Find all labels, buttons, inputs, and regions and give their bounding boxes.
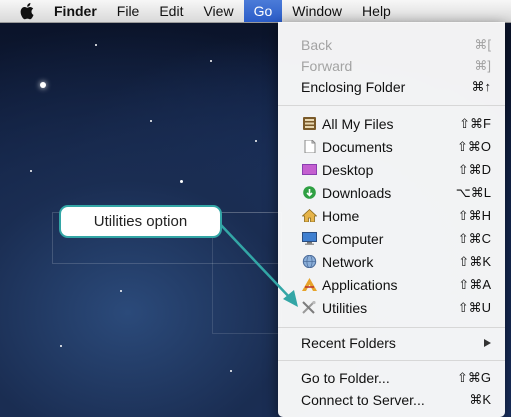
shortcut: ⇧⌘U bbox=[457, 299, 491, 315]
menu-bar: Finder File Edit View Go Window Help bbox=[0, 0, 511, 23]
callout-label: Utilities option bbox=[59, 205, 222, 238]
menu-item-label: Downloads bbox=[322, 184, 392, 201]
shortcut: ⌘↑ bbox=[471, 78, 492, 94]
menu-item-label: Documents bbox=[322, 138, 393, 155]
computer-icon bbox=[302, 232, 317, 245]
star bbox=[150, 120, 152, 122]
shortcut: ⇧⌘C bbox=[457, 230, 491, 246]
menu-item-connect-to-server[interactable]: Connect to Server... ⌘K bbox=[278, 388, 505, 411]
menu-item-label: Recent Folders bbox=[301, 334, 396, 351]
star bbox=[210, 60, 212, 62]
menu-go[interactable]: Go bbox=[243, 0, 283, 22]
menu-item-recent-folders[interactable]: Recent Folders bbox=[278, 331, 505, 354]
menu-edit[interactable]: Edit bbox=[149, 0, 193, 22]
star bbox=[40, 82, 46, 88]
menu-item-label: Utilities bbox=[322, 299, 368, 316]
menu-item-label: Enclosing Folder bbox=[301, 78, 406, 95]
menu-help[interactable]: Help bbox=[352, 0, 401, 22]
shortcut: ⇧⌘F bbox=[459, 115, 491, 131]
menu-item-go-to-folder[interactable]: Go to Folder... ⇧⌘G bbox=[278, 366, 505, 389]
submenu-arrow-icon bbox=[484, 338, 491, 347]
menu-item-documents[interactable]: Documents ⇧⌘O bbox=[278, 135, 505, 158]
network-icon bbox=[302, 255, 317, 268]
menu-item-label: Forward bbox=[301, 57, 353, 74]
menu-item-network[interactable]: Network ⇧⌘K bbox=[278, 250, 505, 273]
menu-item-utilities[interactable]: Utilities ⇧⌘U bbox=[278, 296, 505, 319]
menu-item-label: Network bbox=[322, 253, 374, 270]
menu-file[interactable]: File bbox=[107, 0, 150, 22]
shortcut: ⌘[ bbox=[474, 36, 491, 52]
menu-separator bbox=[278, 360, 505, 361]
menu-item-applications[interactable]: Applications ⇧⌘A bbox=[278, 273, 505, 296]
desktop-icon bbox=[302, 164, 317, 175]
apple-menu-icon[interactable] bbox=[12, 0, 44, 22]
utilities-icon bbox=[302, 301, 316, 314]
star bbox=[60, 345, 62, 347]
shortcut: ⌘K bbox=[469, 391, 491, 407]
menu-item-label: Desktop bbox=[322, 161, 374, 178]
menu-finder[interactable]: Finder bbox=[44, 0, 107, 22]
shortcut: ⌥⌘L bbox=[455, 184, 491, 200]
shortcut: ⇧⌘H bbox=[457, 207, 491, 223]
menu-item-label: Connect to Server... bbox=[301, 391, 425, 408]
menu-item-computer[interactable]: Computer ⇧⌘C bbox=[278, 227, 505, 250]
menu-item-label: Back bbox=[301, 36, 333, 53]
menu-separator bbox=[278, 327, 505, 328]
callout-text: Utilities option bbox=[93, 213, 188, 230]
menu-separator bbox=[278, 105, 505, 106]
home-icon bbox=[302, 209, 317, 222]
menu-item-enclosing-folder[interactable]: Enclosing Folder ⌘↑ bbox=[278, 75, 505, 98]
menu-item-label: Go to Folder... bbox=[301, 369, 390, 386]
menu-item-all-my-files[interactable]: All My Files ⇧⌘F bbox=[278, 112, 505, 135]
star bbox=[180, 180, 183, 183]
downloads-icon bbox=[303, 186, 316, 199]
menu-item-back[interactable]: Back ⌘[ bbox=[278, 33, 505, 56]
star bbox=[30, 170, 32, 172]
shortcut: ⇧⌘K bbox=[458, 253, 491, 269]
menu-view[interactable]: View bbox=[193, 0, 243, 22]
all-my-files-icon bbox=[303, 117, 316, 130]
star bbox=[230, 370, 232, 372]
menu-item-forward[interactable]: Forward ⌘] bbox=[278, 54, 505, 77]
shortcut: ⇧⌘A bbox=[458, 276, 491, 292]
shortcut: ⇧⌘G bbox=[456, 369, 491, 385]
star bbox=[120, 290, 122, 292]
menu-item-desktop[interactable]: Desktop ⇧⌘D bbox=[278, 158, 505, 181]
menu-item-label: All My Files bbox=[322, 115, 394, 132]
menu-window[interactable]: Window bbox=[282, 0, 352, 22]
star bbox=[95, 44, 97, 46]
star bbox=[255, 140, 257, 142]
guide-frame bbox=[212, 212, 282, 334]
menu-item-home[interactable]: Home ⇧⌘H bbox=[278, 204, 505, 227]
shortcut: ⌘] bbox=[474, 57, 491, 73]
documents-icon bbox=[304, 140, 316, 153]
menu-item-label: Applications bbox=[322, 276, 398, 293]
menu-item-label: Computer bbox=[322, 230, 384, 247]
menu-item-label: Home bbox=[322, 207, 360, 224]
go-menu-dropdown: Back ⌘[ Forward ⌘] Enclosing Folder ⌘↑ A… bbox=[278, 22, 505, 417]
shortcut: ⇧⌘O bbox=[456, 138, 491, 154]
applications-icon bbox=[302, 278, 317, 291]
shortcut: ⇧⌘D bbox=[457, 161, 491, 177]
menu-item-downloads[interactable]: Downloads ⌥⌘L bbox=[278, 181, 505, 204]
